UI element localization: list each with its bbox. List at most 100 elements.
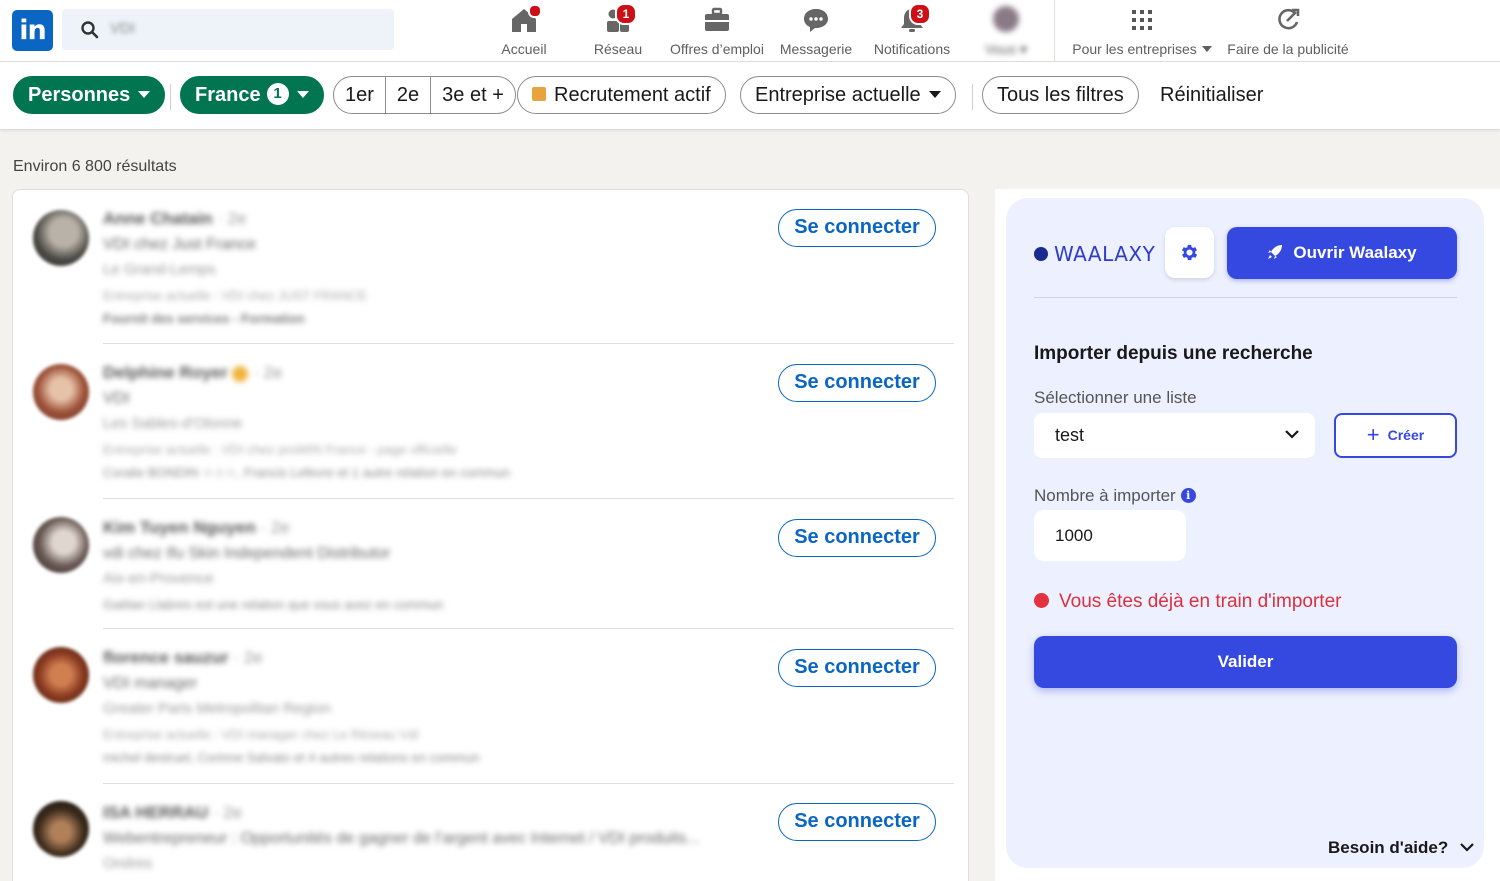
submit-button[interactable]: Valider: [1034, 636, 1457, 688]
result-row[interactable]: Kim Tuyen Nguyen · 2e vdi chez Ifu Skin …: [13, 499, 968, 629]
linkedin-logo[interactable]: in: [12, 10, 53, 51]
connect-button[interactable]: Se connecter: [778, 364, 936, 402]
filter-people[interactable]: Personnes: [13, 76, 166, 114]
nav-label-messaging: Messagerie: [779, 41, 853, 57]
result-row[interactable]: ISA HERRAU · 2e Webentrepreneur : Opport…: [13, 784, 968, 881]
chevron-down-icon: [1285, 430, 1299, 439]
result-extra: Entreprise actuelle : VDI chez JUST FRAN…: [103, 288, 368, 303]
nav-label-jobs: Offres d’emploi: [670, 41, 764, 57]
badge-icon: [232, 365, 249, 382]
result-extra: Gaëtan Llabres est une relation que vous…: [103, 597, 444, 612]
result-location: Greater Paris Metropolitan Region: [103, 700, 331, 717]
result-row[interactable]: florence sauzur · 2e VDI manager Greater…: [13, 629, 968, 784]
result-name[interactable]: Anne Chatain · 2e: [103, 209, 247, 229]
result-extra: michel destruel, Corinne Salvato et 4 au…: [103, 750, 480, 765]
nav-home[interactable]: Accueil: [495, 4, 553, 58]
connect-button[interactable]: Se connecter: [778, 803, 936, 841]
reset-filters-button[interactable]: Réinitialiser: [1160, 76, 1263, 114]
result-headline: Webentrepreneur : Opportunités de gagner…: [103, 830, 700, 847]
bell-icon: 3: [897, 3, 931, 34]
home-icon: [509, 4, 542, 34]
waalaxy-logo-icon: [1034, 247, 1048, 261]
plus-icon: +: [1366, 421, 1380, 447]
result-location: Le Grand-Lemps: [103, 261, 216, 278]
result-headline: vdi chez Ifu Skin Independent Distributo…: [103, 545, 391, 562]
result-extra: Entreprise actuelle : VDI chez proWIN Fr…: [103, 442, 457, 457]
nav-label-me: Vous ▾: [984, 41, 1028, 57]
result-row[interactable]: Delphine Royer · 2e VDI Les Sables-d’Olo…: [13, 344, 968, 499]
result-name[interactable]: florence sauzur · 2e: [103, 648, 263, 668]
avatar[interactable]: [33, 210, 89, 266]
filter-divider: [972, 84, 973, 110]
advertise-icon: [1273, 6, 1303, 34]
filter-degree-1[interactable]: 1er: [334, 77, 386, 113]
filter-location[interactable]: France 1: [180, 76, 324, 114]
search-filter-bar: Personnes France 1 1er 2e 3e et + Recrute…: [0, 62, 1500, 130]
notifications-badge: 3: [909, 3, 931, 25]
result-name[interactable]: Kim Tuyen Nguyen · 2e: [103, 518, 290, 538]
nav-label-advertise: Faire de la publicité: [1227, 41, 1349, 57]
select-list-label: Sélectionner une liste: [1034, 388, 1197, 407]
chevron-down-icon: [928, 90, 941, 98]
filter-count-badge: 1: [266, 83, 289, 106]
filter-degree-2[interactable]: 2e: [386, 77, 432, 113]
chevron-down-icon: [1460, 843, 1475, 852]
result-headline: VDI: [103, 390, 130, 407]
gear-icon: [1181, 244, 1198, 261]
nav-network[interactable]: 1 Réseau: [588, 3, 648, 58]
top-navigation: in VDI Accueil 1 Réseau Offres d’emploi …: [0, 0, 1500, 62]
search-icon: [81, 21, 99, 39]
result-extra: Fournit des services - Formation: [103, 311, 305, 326]
settings-button[interactable]: [1165, 227, 1214, 278]
avatar[interactable]: [33, 647, 89, 703]
number-label: Nombre à importer i: [1034, 486, 1196, 506]
notification-dot: [528, 4, 542, 18]
error-dot-icon: [1034, 592, 1049, 608]
nav-notifications[interactable]: 3 Notifications: [868, 3, 956, 58]
avatar[interactable]: [33, 801, 89, 857]
hiring-icon: [532, 87, 546, 102]
filter-degree-3[interactable]: 3e et +: [431, 77, 515, 113]
nav-label-network: Réseau: [593, 41, 643, 57]
create-list-button[interactable]: + Créer: [1334, 413, 1457, 458]
result-location: Aix-en-Provence: [103, 570, 214, 587]
people-icon: 1: [603, 3, 637, 34]
panel-divider: [1034, 297, 1457, 298]
result-headline: VDI manager: [103, 675, 198, 692]
filter-actively-hiring[interactable]: Recrutement actif: [517, 76, 726, 114]
result-name[interactable]: ISA HERRAU · 2e: [103, 803, 242, 823]
info-icon: i: [1180, 487, 1196, 503]
rocket-icon: [1268, 245, 1283, 260]
import-number-input[interactable]: 1000: [1034, 510, 1186, 561]
all-filters-button[interactable]: Tous les filtres: [982, 76, 1139, 114]
filter-current-company[interactable]: Entreprise actuelle: [740, 76, 956, 114]
list-select[interactable]: test: [1034, 413, 1315, 458]
open-waalaxy-button[interactable]: Ouvrir Waalaxy: [1227, 227, 1457, 279]
nav-jobs[interactable]: Offres d’emploi: [665, 4, 769, 58]
connect-button[interactable]: Se connecter: [778, 209, 936, 247]
nav-label-home: Accueil: [501, 41, 547, 57]
nav-me[interactable]: Vous ▾: [978, 4, 1034, 58]
help-toggle[interactable]: Besoin d'aide?: [1328, 838, 1475, 858]
results-list: Anne Chatain · 2e VDI chez Just France L…: [12, 189, 969, 881]
panel-title: Importer depuis une recherche: [1034, 343, 1313, 364]
connect-button[interactable]: Se connecter: [778, 519, 936, 557]
filter-degree-group: 1er 2e 3e et +: [333, 76, 516, 114]
connect-button[interactable]: Se connecter: [778, 649, 936, 687]
filter-divider: [170, 84, 171, 110]
result-location: Ondres: [103, 855, 153, 872]
nav-messaging[interactable]: Messagerie: [776, 4, 856, 58]
nav-advertise[interactable]: Faire de la publicité: [1220, 4, 1356, 58]
avatar[interactable]: [33, 517, 89, 573]
result-name[interactable]: Delphine Royer · 2e: [103, 363, 282, 383]
nav-business[interactable]: Pour les entreprises: [1066, 4, 1218, 58]
error-message: Vous êtes déjà en train d'importer: [1034, 591, 1341, 613]
avatar[interactable]: [33, 364, 89, 420]
result-location: Les Sables-d’Olonne: [103, 415, 243, 432]
search-input[interactable]: VDI: [62, 9, 394, 50]
result-row[interactable]: Anne Chatain · 2e VDI chez Just France L…: [13, 190, 968, 344]
nav-label-business: Pour les entreprises: [1066, 41, 1218, 57]
search-query: VDI: [110, 20, 136, 37]
waalaxy-logo: WAALAXY: [1034, 242, 1155, 266]
grid-icon: [1127, 6, 1157, 34]
